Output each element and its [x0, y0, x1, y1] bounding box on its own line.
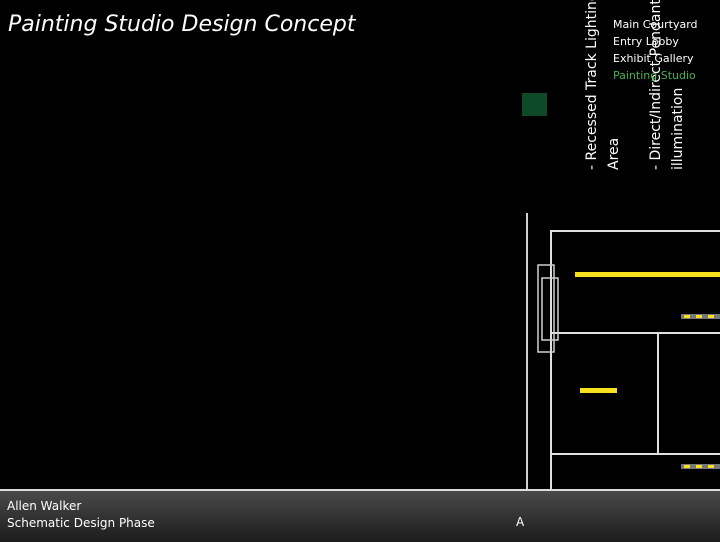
nav-item-exhibit-gallery[interactable]: Exhibit Gallery: [613, 50, 698, 67]
light-bar-2: [580, 388, 617, 393]
nav-item-main-courtyard[interactable]: Main Courtyard: [613, 16, 698, 33]
plan-door-frame: [537, 264, 555, 353]
area-label: Area: [606, 137, 622, 170]
page-title: Painting Studio Design Concept: [8, 12, 356, 37]
nav-item-entry-lobby[interactable]: Entry Lobby: [613, 33, 698, 50]
light-bar-1: [575, 272, 720, 277]
pendant-fixture-1: [681, 314, 720, 319]
track-light-label: - Recessed Track Lighting: [584, 0, 600, 170]
plan-door-leaf: [541, 277, 559, 341]
footer-bar: Allen Walker Schematic Design Phase A: [0, 489, 720, 542]
section-nav: Main Courtyard Entry Lobby Exhibit Galle…: [613, 16, 698, 84]
plan-room-outline: [550, 230, 720, 492]
pendant-fixture-2: [681, 464, 720, 469]
nav-item-painting-studio[interactable]: Painting Studio: [613, 67, 698, 84]
illumination-label: illumination: [670, 87, 686, 170]
floor-plan-diagram: [526, 213, 720, 506]
color-swatch: [522, 93, 547, 116]
author-name: Allen Walker: [7, 499, 82, 513]
footer-credits: Allen Walker Schematic Design Phase: [7, 498, 155, 532]
design-phase: Schematic Design Phase: [7, 516, 155, 530]
footer-abbr: A: [516, 515, 525, 529]
